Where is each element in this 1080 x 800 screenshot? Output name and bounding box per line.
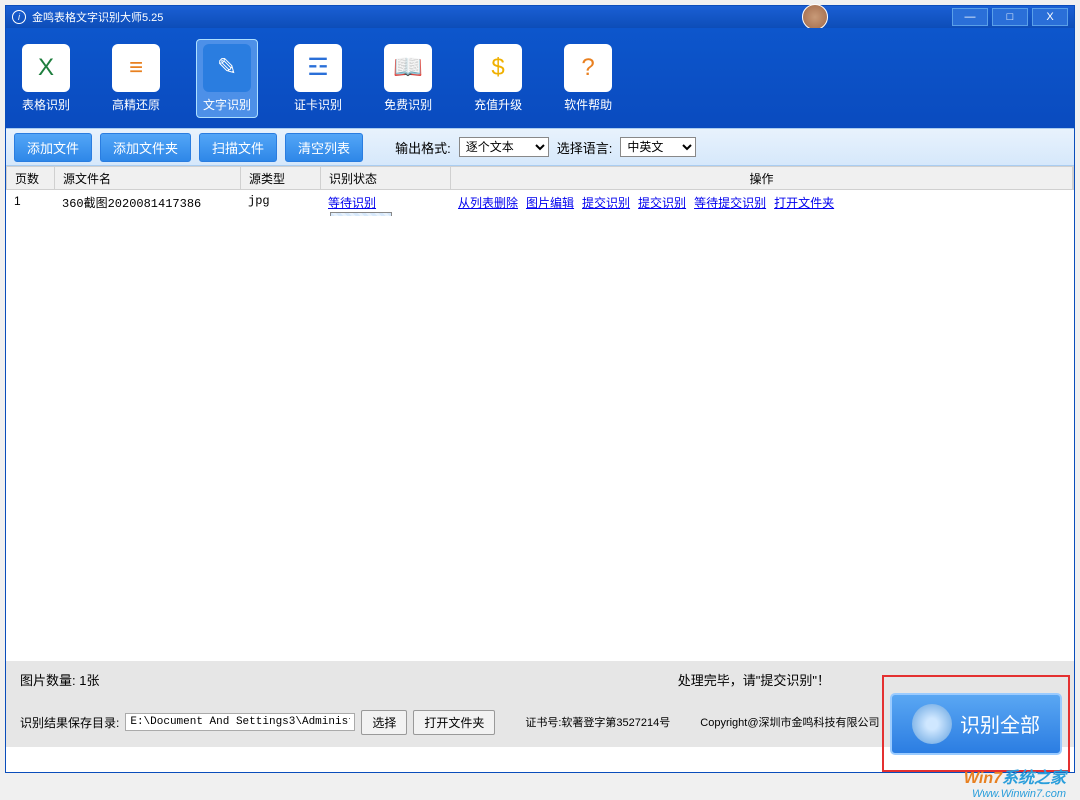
person-icon	[912, 704, 952, 744]
cell-file: 360截图2020081417386	[54, 194, 240, 216]
toolbar-icon: ?	[564, 44, 612, 92]
toolbar-label: 免费识别	[384, 96, 432, 113]
bottom-panel: 图片数量: 1张 处理完毕，请"提交识别"！ 识别结果保存目录: 选择 打开文件…	[6, 661, 1074, 772]
recognize-all-button[interactable]: 识别全部	[890, 693, 1062, 755]
image-count-label: 图片数量: 1张	[20, 670, 678, 689]
open-folder-button[interactable]: 打开文件夹	[413, 710, 495, 735]
toolbar-item-1[interactable]: ≡ 高精还原	[106, 40, 166, 117]
save-dir-input[interactable]	[125, 713, 355, 731]
cert-label: 证书号:软著登字第3527214号	[525, 714, 670, 730]
app-window: i 金鸣表格文字识别大师5.25 — □ X X 表格识别 ≡ 高精还原 ✎ 文字识别 ☲ 证…	[5, 5, 1075, 773]
col-status: 识别状态	[321, 167, 451, 189]
toolbar-item-5[interactable]: $ 充值升级	[468, 40, 528, 117]
recognize-all-highlight: 识别全部 Win7系统之家 Www.Winwin7.com	[882, 675, 1070, 772]
toolbar-label: 软件帮助	[564, 96, 612, 113]
title-bar: i 金鸣表格文字识别大师5.25 — □ X	[6, 6, 1074, 28]
action-bar: 添加文件 添加文件夹 扫描文件 清空列表 输出格式: 逐个文本 选择语言: 中英…	[6, 128, 1074, 166]
language-label: 选择语言:	[557, 138, 613, 157]
toolbar-label: 表格识别	[22, 96, 70, 113]
user-avatar[interactable]	[802, 4, 828, 30]
status-link[interactable]: 等待识别	[328, 196, 376, 210]
main-toolbar: X 表格识别 ≡ 高精还原 ✎ 文字识别 ☲ 证卡识别 📖 免费识别 $ 充值升级? 软件帮助	[6, 28, 1074, 128]
toolbar-label: 文字识别	[203, 96, 251, 113]
empty-area	[6, 216, 1074, 661]
op-link[interactable]: 从列表删除	[458, 196, 518, 210]
toolbar-item-2[interactable]: ✎ 文字识别	[196, 39, 258, 118]
add-file-button[interactable]: 添加文件	[14, 133, 92, 162]
toolbar-item-4[interactable]: 📖 免费识别	[378, 40, 438, 117]
toolbar-icon: ≡	[112, 44, 160, 92]
toolbar-icon: 📖	[384, 44, 432, 92]
output-format-label: 输出格式:	[395, 138, 451, 157]
clear-list-button[interactable]: 清空列表	[285, 133, 363, 162]
add-folder-button[interactable]: 添加文件夹	[100, 133, 191, 162]
toolbar-icon: X	[22, 44, 70, 92]
recognize-all-label: 识别全部	[960, 709, 1040, 738]
process-done-label: 处理完毕，请"提交识别"！	[678, 670, 830, 689]
op-link[interactable]: 提交识别	[638, 196, 686, 210]
toolbar-item-0[interactable]: X 表格识别	[16, 40, 76, 117]
op-link[interactable]: 提交识别	[582, 196, 630, 210]
toolbar-item-3[interactable]: ☲ 证卡识别	[288, 40, 348, 117]
col-type: 源类型	[241, 167, 321, 189]
toolbar-label: 高精还原	[112, 96, 160, 113]
toolbar-item-6[interactable]: ? 软件帮助	[558, 40, 618, 117]
save-dir-label: 识别结果保存目录:	[20, 714, 119, 731]
watermark: Win7系统之家 Www.Winwin7.com	[964, 770, 1066, 800]
window-title: 金鸣表格文字识别大师5.25	[32, 9, 802, 25]
cell-page: 1	[6, 194, 54, 216]
table-row: 1 360截图2020081417386 jpg 等待识别 从列表删除图片编辑提…	[6, 190, 1074, 216]
table-header: 页数 源文件名 源类型 识别状态 操作	[6, 166, 1074, 190]
op-link[interactable]: 打开文件夹	[774, 196, 834, 210]
output-format-select[interactable]: 逐个文本	[459, 137, 549, 157]
cell-ops: 从列表删除图片编辑提交识别提交识别等待提交识别打开文件夹	[450, 194, 1074, 216]
browse-button[interactable]: 选择	[361, 710, 407, 735]
cell-status: 等待识别	[320, 194, 450, 216]
language-select[interactable]: 中英文	[620, 137, 696, 157]
maximize-button[interactable]: □	[992, 8, 1028, 26]
minimize-button[interactable]: —	[952, 8, 988, 26]
col-page: 页数	[7, 167, 55, 189]
table-body: 1 360截图2020081417386 jpg 等待识别 从列表删除图片编辑提…	[6, 190, 1074, 216]
op-link[interactable]: 等待提交识别	[694, 196, 766, 210]
toolbar-label: 充值升级	[474, 96, 522, 113]
scan-file-button[interactable]: 扫描文件	[199, 133, 277, 162]
close-button[interactable]: X	[1032, 8, 1068, 26]
col-ops: 操作	[451, 167, 1073, 189]
toolbar-icon: $	[474, 44, 522, 92]
cell-type: jpg	[240, 194, 320, 216]
app-icon: i	[12, 10, 26, 24]
toolbar-icon: ✎	[203, 44, 251, 92]
copyright-label: Copyright@深圳市金鸣科技有限公司	[700, 714, 879, 730]
op-link[interactable]: 图片编辑	[526, 196, 574, 210]
col-filename: 源文件名	[55, 167, 241, 189]
toolbar-label: 证卡识别	[294, 96, 342, 113]
toolbar-icon: ☲	[294, 44, 342, 92]
